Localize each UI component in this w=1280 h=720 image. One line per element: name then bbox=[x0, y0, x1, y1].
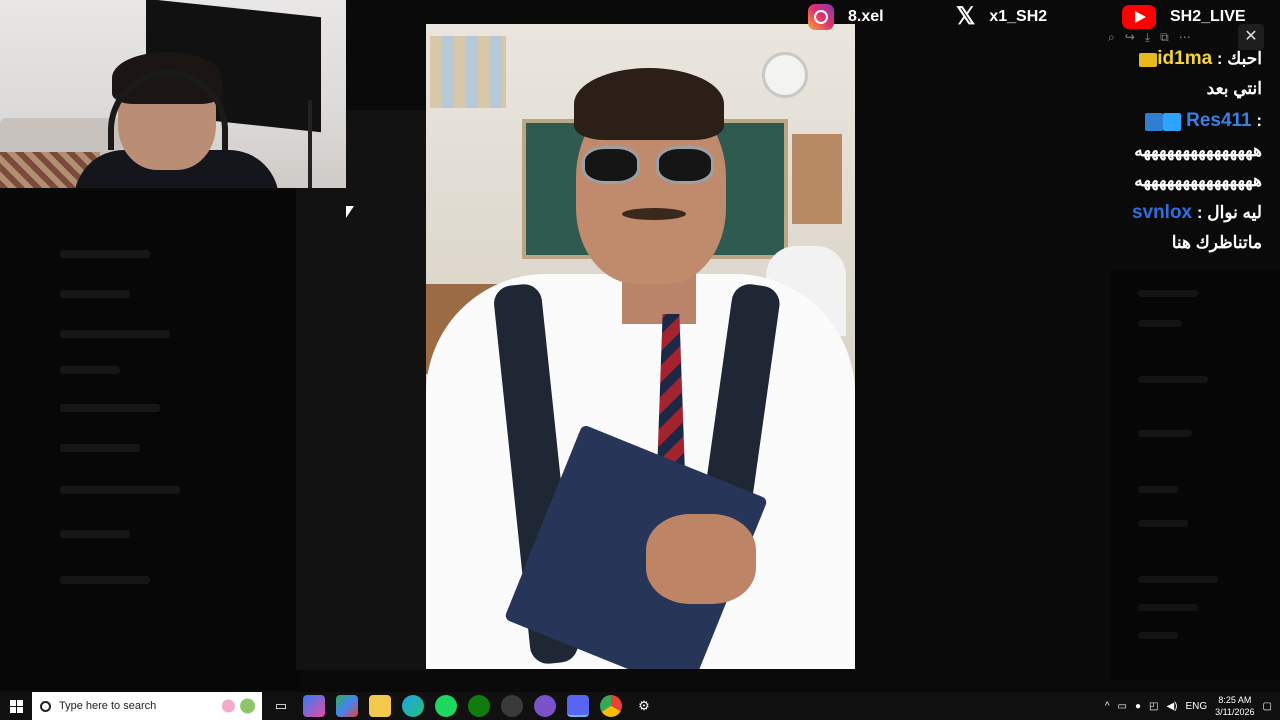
chat-message-text-line2: انتي بعد bbox=[1206, 79, 1262, 98]
classroom-poster bbox=[430, 36, 506, 108]
chat-message-text-line2: هههههههههههههههه bbox=[1134, 141, 1262, 160]
badge-icon bbox=[1145, 112, 1164, 131]
task-view-icon[interactable]: ▭ bbox=[270, 695, 292, 717]
chrome-icon[interactable] bbox=[600, 695, 622, 717]
chat-message-text-line2: ماتناظرك هنا bbox=[1171, 233, 1262, 252]
mic-stand bbox=[308, 100, 312, 188]
system-tray: ^ ▭ ● ◰ ◀) ENG 8:25 AM 3/11/2026 ▢ bbox=[1105, 694, 1280, 718]
chat-message-text-line3: هههههههههههههههه bbox=[1134, 171, 1262, 190]
share-icon[interactable]: ↪ bbox=[1125, 30, 1135, 44]
chat-message: ليه نوال : svnlox ماتناظرك هنا bbox=[1112, 198, 1262, 258]
chat-message-text: ليه نوال bbox=[1207, 203, 1262, 222]
clock[interactable]: 8:25 AM 3/11/2026 bbox=[1215, 694, 1254, 718]
chat-message: : Res411 هههههههههههههههه هههههههههههههه… bbox=[1112, 106, 1262, 196]
microphone-icon[interactable]: ● bbox=[1135, 701, 1141, 712]
hand bbox=[646, 514, 756, 604]
file-explorer-icon[interactable] bbox=[369, 695, 391, 717]
instagram-icon bbox=[808, 4, 834, 30]
youtube-handle: SH2_LIVE bbox=[1170, 8, 1246, 25]
mustache bbox=[622, 208, 686, 220]
zoom-icon[interactable]: ⌕ bbox=[1108, 30, 1115, 45]
start-button[interactable] bbox=[0, 692, 32, 720]
search-icon bbox=[40, 700, 51, 712]
play-store-icon[interactable] bbox=[336, 695, 358, 717]
language-indicator[interactable]: ENG bbox=[1186, 701, 1208, 712]
battery-icon[interactable]: ▭ bbox=[1118, 701, 1127, 712]
taskbar: Type here to search ▭ ⚙ ^ ▭ ● ◰ ◀) ENG 8… bbox=[0, 692, 1280, 720]
sunglasses bbox=[582, 146, 714, 184]
stream-app-icon[interactable] bbox=[534, 695, 556, 717]
wall-clock bbox=[762, 52, 808, 98]
crown-badge-icon bbox=[1139, 52, 1158, 67]
badge-icon bbox=[1163, 112, 1182, 131]
search-highlight-icon bbox=[214, 695, 262, 717]
chat-username: svnlox bbox=[1131, 202, 1193, 223]
volume-icon[interactable]: ◀) bbox=[1166, 701, 1177, 712]
search-placeholder: Type here to search bbox=[59, 700, 157, 712]
x-handle: x1_SH2 bbox=[989, 8, 1048, 25]
shared-photo-classroom-student bbox=[426, 24, 855, 669]
social-instagram: 8.xel bbox=[808, 2, 884, 32]
chevron-up-icon[interactable]: ^ bbox=[1105, 701, 1110, 712]
dimmed-sidebar bbox=[0, 190, 300, 690]
more-icon[interactable]: ⋯ bbox=[1179, 30, 1191, 44]
network-icon[interactable]: ◰ bbox=[1149, 701, 1158, 712]
x-icon: 𝕏 bbox=[956, 3, 976, 30]
edge-icon[interactable] bbox=[402, 695, 424, 717]
chat-message: احبك : id1ma انتي بعد bbox=[1112, 44, 1262, 104]
hair bbox=[574, 68, 724, 140]
classroom-poster-right bbox=[792, 134, 842, 224]
settings-icon[interactable]: ⚙ bbox=[633, 695, 655, 717]
dimmed-video-ghost bbox=[296, 110, 426, 670]
chat-overlay: احبك : id1ma انتي بعد : Res411 ههههههههه… bbox=[1112, 44, 1262, 260]
webcam-feed bbox=[0, 0, 346, 188]
social-x: 𝕏 x1_SH2 bbox=[956, 2, 1047, 32]
open-external-icon[interactable]: ⧉ bbox=[1160, 30, 1169, 45]
spotify-icon[interactable] bbox=[435, 695, 457, 717]
download-icon[interactable]: ⤓ bbox=[1145, 30, 1150, 45]
notification-icon[interactable]: ▢ bbox=[1263, 701, 1272, 712]
chat-username: id1ma bbox=[1157, 48, 1213, 69]
chat-username: Res411 bbox=[1186, 110, 1252, 131]
dimmed-member-list bbox=[1110, 270, 1280, 680]
chat-message-text: احبك bbox=[1227, 49, 1262, 68]
clock-time: 8:25 AM bbox=[1218, 695, 1252, 705]
copilot-icon[interactable] bbox=[303, 695, 325, 717]
xbox-icon[interactable] bbox=[468, 695, 490, 717]
discord-icon[interactable] bbox=[567, 695, 589, 717]
mouse-cursor-icon bbox=[346, 206, 354, 218]
clock-date: 3/11/2026 bbox=[1215, 707, 1255, 717]
obs-icon[interactable] bbox=[501, 695, 523, 717]
instagram-handle: 8.xel bbox=[848, 8, 884, 25]
taskbar-search[interactable]: Type here to search bbox=[32, 692, 262, 720]
windows-start-icon bbox=[9, 699, 23, 713]
